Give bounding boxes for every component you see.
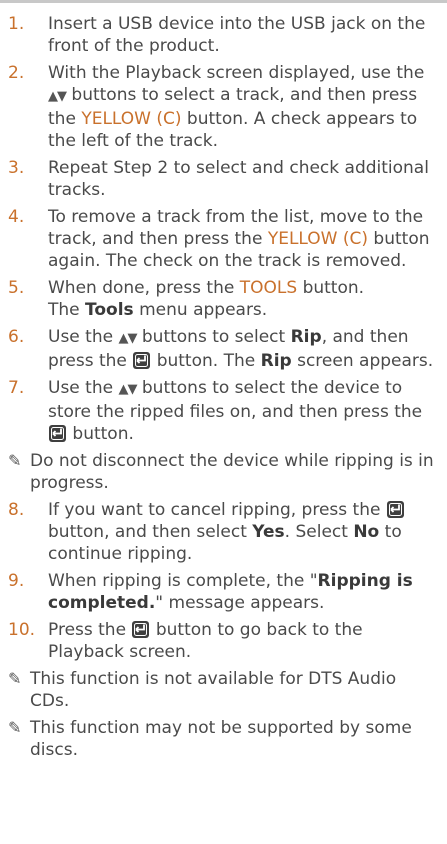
ui-term: Rip <box>290 327 322 347</box>
text-run: buttons to select <box>136 327 291 347</box>
enter-icon <box>386 501 404 518</box>
step-number: 4. <box>8 207 25 227</box>
text-run: Insert a USB device into the USB jack on… <box>48 14 426 56</box>
step-text: When ripping is complete, the "Ripping i… <box>48 570 440 614</box>
enter-icon <box>133 352 151 369</box>
ui-term: Yes <box>252 522 285 542</box>
text-run: When ripping is complete, the " <box>48 571 318 591</box>
text-run: . Select <box>284 522 354 542</box>
note-text: Do not disconnect the device while rippi… <box>30 451 434 493</box>
step-text: Insert a USB device into the USB jack on… <box>48 13 440 57</box>
step-number: 3. <box>8 158 25 178</box>
step-text: If you want to cancel ripping, press the… <box>48 499 440 565</box>
step-item: 7. Use the ▲▼ buttons to select the devic… <box>8 377 440 445</box>
step-text: Repeat Step 2 to select and check additi… <box>48 157 440 201</box>
button-name: TOOLS <box>239 278 298 298</box>
note-icon: ✎ <box>8 669 22 688</box>
up-down-arrows-icon: ▲▼ <box>118 382 137 397</box>
note-text: This function is not available for DTS A… <box>30 669 397 711</box>
step-number: 9. <box>8 571 25 591</box>
text-run: menu appears. <box>133 300 268 320</box>
step-number: 6. <box>8 327 25 347</box>
text-run: If you want to cancel ripping, press the <box>48 500 386 520</box>
ui-term: No <box>353 522 380 542</box>
button-name: YELLOW (C) <box>267 229 369 249</box>
step-item: 9. When ripping is complete, the "Ripping… <box>8 570 440 614</box>
step-number: 5. <box>8 278 25 298</box>
ui-term: Rip <box>260 351 292 371</box>
text-run: Repeat Step 2 to select and check additi… <box>48 158 429 200</box>
note-text: This function may not be supported by so… <box>30 718 412 760</box>
step-text: To remove a track from the list, move to… <box>48 206 440 272</box>
text-run: button, and then select <box>48 522 253 542</box>
step-text: Use the ▲▼ buttons to select the device … <box>48 377 440 445</box>
note: ✎ This function may not be supported by s… <box>8 717 440 761</box>
step-item: 1. Insert a USB device into the USB jack … <box>8 13 440 57</box>
step-item: 2. With the Playback screen displayed, us… <box>8 62 440 152</box>
text-run: button. <box>67 424 134 444</box>
enter-icon <box>49 425 66 442</box>
step-number: 10. <box>8 620 36 640</box>
step-number: 2. <box>8 63 25 83</box>
step-item: 4. To remove a track from the list, move … <box>8 206 440 272</box>
step-item: 6. Use the ▲▼ buttons to select Rip, and … <box>8 326 440 372</box>
text-run: With the Playback screen displayed, use … <box>48 63 425 83</box>
text-run: " message appears. <box>155 593 325 613</box>
text-run: button. The <box>151 351 261 371</box>
step-text: When done, press the TOOLS button. The To… <box>48 277 440 321</box>
step-item: 5. When done, press the TOOLS button. The … <box>8 277 440 321</box>
note: ✎ This function is not available for DTS … <box>8 668 440 712</box>
step-item: 3. Repeat Step 2 to select and check addi… <box>8 157 440 201</box>
step-item: 8. If you want to cancel ripping, press t… <box>8 499 440 565</box>
step-text: Use the ▲▼ buttons to select Rip, and th… <box>48 326 440 372</box>
step-number: 7. <box>8 378 25 398</box>
step-number: 1. <box>8 14 25 34</box>
up-down-arrows-icon: ▲▼ <box>118 331 137 346</box>
note-icon: ✎ <box>8 451 22 470</box>
text-run: When done, press the <box>48 278 240 298</box>
text-run: button. <box>297 278 365 298</box>
step-item: 10. Press the button to go back to the Pl… <box>8 619 440 663</box>
note-icon: ✎ <box>8 718 22 737</box>
note: ✎ Do not disconnect the device while ripp… <box>8 450 440 494</box>
instruction-list: 1. Insert a USB device into the USB jack … <box>8 13 440 766</box>
text-run: screen appears. <box>291 351 434 371</box>
up-down-arrows-icon: ▲▼ <box>48 89 67 104</box>
button-name: YELLOW (C) <box>81 109 182 129</box>
top-rule <box>0 0 447 3</box>
step-number: 8. <box>8 500 25 520</box>
text-run: Press the <box>48 620 132 640</box>
text-run: Use the <box>48 327 119 347</box>
step-text: With the Playback screen displayed, use … <box>48 62 440 152</box>
ui-term: Tools <box>85 300 134 320</box>
text-run: Use the <box>48 378 119 398</box>
text-run: The <box>48 300 86 320</box>
step-text: Press the button to go back to the Playb… <box>48 619 440 663</box>
enter-icon <box>132 621 150 638</box>
